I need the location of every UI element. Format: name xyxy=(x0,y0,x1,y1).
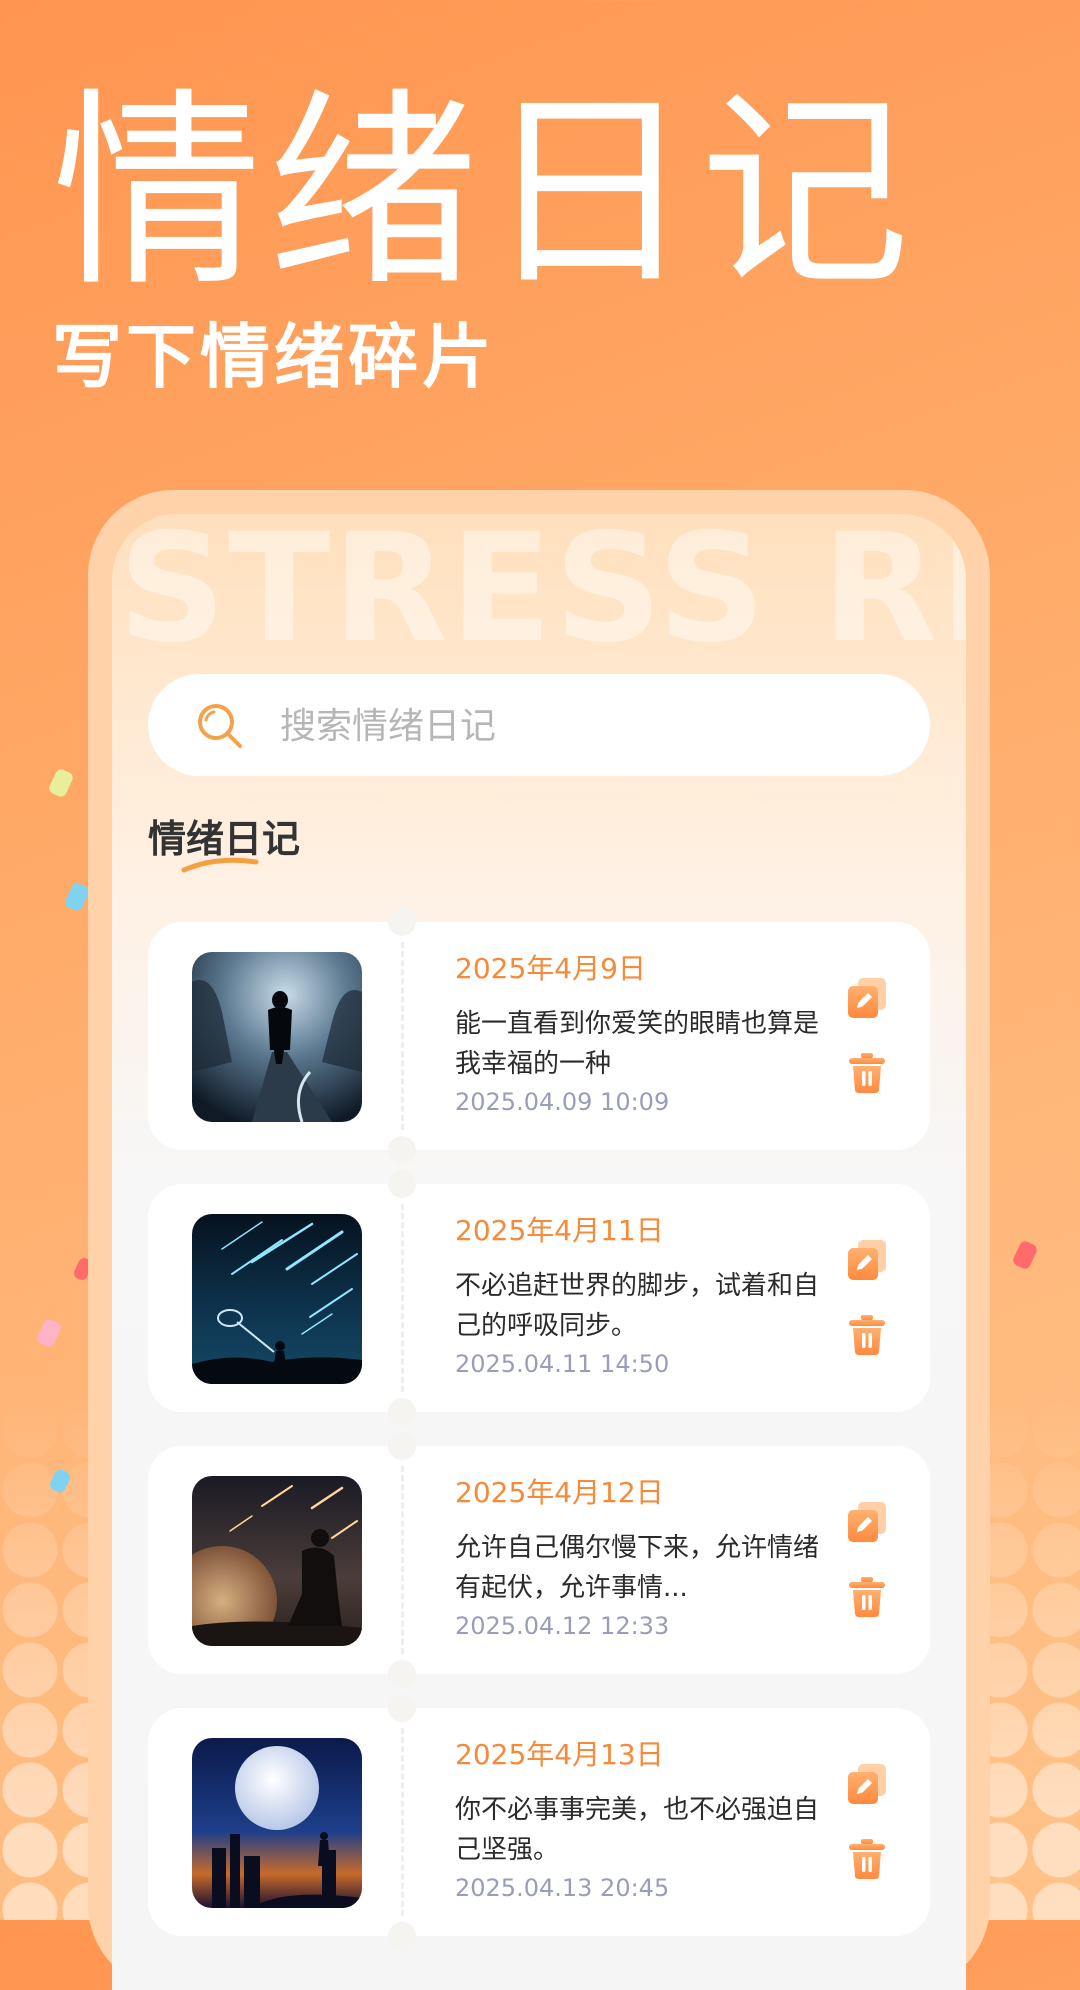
entry-thumbnail xyxy=(192,952,362,1122)
entry-timestamp: 2025.04.09 10:09 xyxy=(455,1088,670,1116)
hero-title: 情绪日记 xyxy=(52,70,917,315)
entry-text: 你不必事事完美，也不必强迫自己坚强。 xyxy=(455,1795,820,1865)
search-icon xyxy=(198,704,242,748)
entry-text: 不必追赶世界的脚步，试着和自己的呼吸同步。 xyxy=(455,1271,820,1341)
confetti-decoration xyxy=(47,767,75,799)
entry-date-title: 2025年4月11日 xyxy=(455,1214,664,1247)
section-title: 情绪日记 xyxy=(148,817,301,861)
confetti-decoration xyxy=(63,881,91,913)
edit-icon[interactable] xyxy=(846,1238,888,1282)
watermark-text: STRESS RE xyxy=(118,514,966,676)
edit-icon[interactable] xyxy=(846,976,888,1020)
entry-date-title: 2025年4月13日 xyxy=(455,1738,664,1771)
app-screen: STRESS RE 情绪日记 xyxy=(112,514,966,1990)
confetti-decoration xyxy=(1011,1239,1039,1271)
entry-timestamp: 2025.04.12 12:33 xyxy=(455,1612,670,1640)
entry-timestamp: 2025.04.11 14:50 xyxy=(455,1350,670,1378)
title-underline-decoration xyxy=(181,857,259,873)
trash-icon[interactable] xyxy=(848,1052,886,1094)
trash-icon[interactable] xyxy=(848,1314,886,1356)
entry-thumbnail xyxy=(192,1476,362,1646)
edit-icon[interactable] xyxy=(846,1500,888,1544)
diary-entry-card[interactable]: 2025年4月13日 你不必事事完美，也不必强迫自己坚强。 2025.04.13… xyxy=(148,1694,930,1950)
entry-thumbnail xyxy=(192,1738,362,1908)
hero-subtitle: 写下情绪碎片 xyxy=(52,316,496,398)
diary-entry-card[interactable]: 2025年4月9日 能一直看到你爱笑的眼睛也算是我幸福的一种 2025.04.0… xyxy=(148,908,930,1164)
entry-thumbnail xyxy=(192,1214,362,1384)
edit-icon[interactable] xyxy=(846,1762,888,1806)
ticket-divider xyxy=(401,1204,404,1392)
entry-date-title: 2025年4月9日 xyxy=(455,952,646,985)
entry-date-title: 2025年4月12日 xyxy=(455,1476,664,1509)
trash-icon[interactable] xyxy=(848,1838,886,1880)
diary-entry-card[interactable]: 2025年4月11日 不必追赶世界的脚步，试着和自己的呼吸同步。 2025.04… xyxy=(148,1170,930,1426)
phone-mockup: STRESS RE 情绪日记 xyxy=(88,490,990,1990)
trash-icon[interactable] xyxy=(848,1576,886,1618)
ticket-divider xyxy=(401,1728,404,1916)
search-bar[interactable] xyxy=(148,674,930,778)
entry-timestamp: 2025.04.13 20:45 xyxy=(455,1874,670,1902)
confetti-decoration xyxy=(35,1317,63,1349)
diary-entry-card[interactable]: 2025年4月12日 允许自己偶尔慢下来，允许情绪有起伏，允许事情... 202… xyxy=(148,1432,930,1688)
entry-text: 能一直看到你爱笑的眼睛也算是我幸福的一种 xyxy=(455,1009,820,1079)
ticket-divider xyxy=(401,1466,404,1654)
entry-text: 允许自己偶尔慢下来，允许情绪有起伏，允许事情... xyxy=(455,1533,820,1603)
search-input[interactable] xyxy=(278,674,882,778)
ticket-divider xyxy=(401,942,404,1130)
